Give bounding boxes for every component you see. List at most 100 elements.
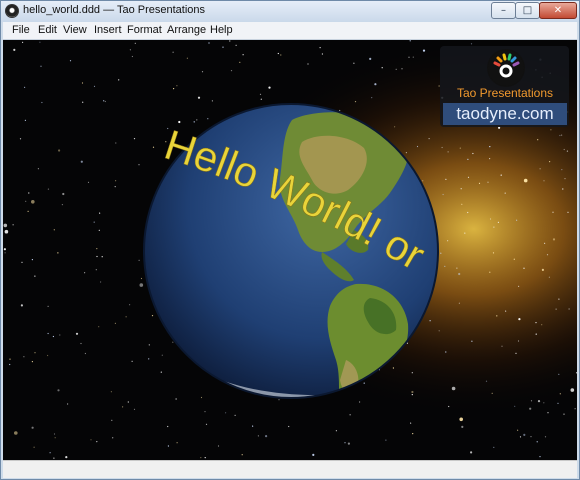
star — [259, 93, 262, 95]
star — [4, 252, 6, 254]
star — [371, 97, 373, 99]
star — [172, 51, 174, 53]
star — [561, 134, 563, 136]
logo-url[interactable]: taodyne.com — [443, 103, 567, 125]
star — [518, 318, 521, 321]
logo-title: Tao Presentations — [456, 86, 554, 100]
star — [401, 68, 403, 70]
star — [491, 392, 493, 394]
star — [440, 252, 442, 254]
star — [537, 400, 541, 403]
star — [95, 269, 97, 271]
star — [539, 168, 541, 170]
star — [307, 63, 309, 65]
star — [485, 380, 488, 382]
menu-arrange[interactable]: Arrange — [167, 24, 206, 36]
minimize-button[interactable]: – — [491, 2, 516, 19]
star — [53, 433, 56, 435]
star — [470, 43, 473, 45]
star — [489, 271, 491, 273]
star — [22, 41, 24, 43]
star — [523, 267, 525, 269]
star — [448, 405, 450, 408]
star — [409, 40, 411, 42]
star — [347, 442, 350, 445]
menu-edit[interactable]: Edit — [38, 24, 57, 36]
star — [552, 238, 556, 241]
tao-logo-icon — [487, 49, 525, 87]
star — [460, 188, 462, 190]
star — [93, 221, 95, 223]
star — [173, 88, 175, 90]
star — [229, 40, 231, 42]
star — [374, 83, 377, 86]
star — [80, 160, 83, 163]
star — [4, 229, 9, 234]
star — [445, 351, 447, 353]
star — [559, 393, 561, 395]
menu-format[interactable]: Format — [127, 24, 162, 36]
tao-logo-badge[interactable]: Tao Presentations taodyne.com — [440, 46, 569, 127]
star — [138, 259, 140, 261]
star — [489, 218, 492, 220]
star — [412, 56, 414, 58]
star — [519, 436, 522, 438]
star — [114, 322, 116, 324]
star — [208, 42, 210, 44]
star — [101, 256, 103, 258]
star — [90, 439, 92, 441]
star — [555, 308, 557, 310]
star — [530, 400, 533, 402]
close-button[interactable]: ✕ — [539, 2, 577, 19]
star — [539, 456, 541, 458]
star — [23, 356, 25, 358]
star — [9, 363, 11, 366]
star — [31, 259, 33, 261]
presentation-canvas[interactable]: Hello World! or Kal Tao Presentations ta… — [3, 40, 577, 460]
star — [62, 192, 65, 196]
star — [459, 147, 461, 149]
star — [80, 342, 82, 345]
star — [537, 139, 539, 141]
star — [505, 310, 507, 312]
star — [205, 423, 208, 425]
star — [277, 52, 279, 55]
menu-help[interactable]: Help — [210, 24, 233, 36]
menu-file[interactable]: File — [12, 24, 30, 36]
star — [39, 41, 41, 43]
star — [134, 42, 136, 44]
star — [543, 180, 545, 182]
title-bar[interactable]: hello_world.ddd — Tao Presentations – □ … — [1, 1, 579, 22]
star — [67, 403, 69, 405]
maximize-button[interactable]: □ — [515, 2, 540, 19]
menu-bar: File Edit View Insert Format Arrange Hel… — [3, 22, 577, 40]
star — [24, 119, 26, 121]
star — [138, 164, 140, 166]
star — [514, 405, 516, 407]
star — [49, 452, 51, 454]
star — [53, 457, 55, 459]
star — [513, 258, 515, 260]
menu-view[interactable]: View — [63, 24, 87, 36]
star — [129, 304, 131, 306]
star — [58, 149, 61, 152]
star — [122, 406, 124, 408]
star — [459, 417, 464, 422]
star — [98, 326, 100, 328]
star — [335, 430, 337, 432]
star — [535, 333, 537, 335]
app-icon[interactable] — [5, 4, 19, 18]
star — [574, 408, 576, 410]
star — [47, 188, 50, 190]
status-bar — [3, 460, 577, 478]
star — [57, 252, 59, 254]
star — [222, 46, 224, 48]
star — [31, 426, 34, 429]
star — [176, 442, 178, 444]
star — [445, 178, 447, 180]
star — [487, 181, 489, 183]
star — [492, 252, 495, 254]
star — [31, 200, 35, 204]
menu-insert[interactable]: Insert — [94, 24, 122, 36]
star — [225, 412, 227, 414]
